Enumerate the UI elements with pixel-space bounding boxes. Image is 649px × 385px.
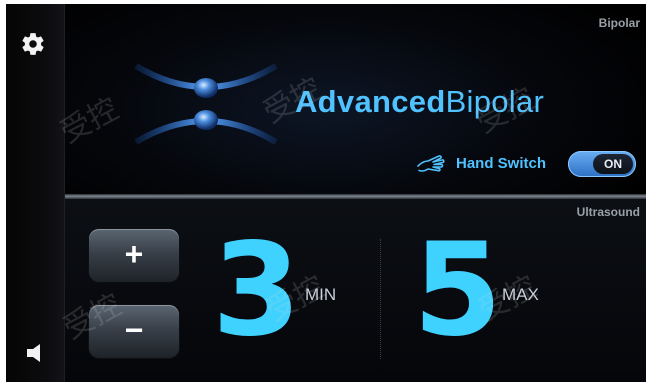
product-name-bold: Advanced — [295, 84, 446, 119]
ultrasound-mode-tag: Ultrasound — [576, 205, 640, 219]
min-label: MIN — [305, 285, 337, 304]
main-area: Bipolar AdvancedBipolar Hand Switch ON U… — [65, 4, 646, 382]
bipolar-panel: Bipolar AdvancedBipolar Hand Switch ON — [65, 4, 646, 194]
sidebar — [6, 4, 65, 382]
value-separator — [380, 239, 381, 359]
ultrasound-panel: Ultrasound + − 3 MIN 5 MAX — [65, 199, 646, 382]
decrease-button[interactable]: − — [89, 305, 179, 358]
hand-switch-label: Hand Switch — [456, 155, 547, 172]
toggle-state-label: ON — [593, 154, 633, 174]
product-name-regular: Bipolar — [445, 84, 545, 119]
speaker-icon[interactable] — [24, 342, 46, 364]
bipolar-mode-tag: Bipolar — [598, 16, 640, 30]
hand-switch-toggle[interactable]: ON — [568, 151, 636, 177]
min-power-value: 3 — [212, 216, 302, 365]
gear-icon[interactable] — [20, 31, 46, 57]
hand-icon — [417, 155, 445, 172]
max-label: MAX — [502, 285, 539, 304]
advanced-bipolar-logo — [134, 63, 278, 145]
product-name: AdvancedBipolar — [295, 84, 544, 120]
max-power-value: 5 — [413, 216, 503, 365]
increase-button[interactable]: + — [89, 229, 179, 282]
device-screen: Bipolar AdvancedBipolar Hand Switch ON U… — [6, 4, 646, 382]
